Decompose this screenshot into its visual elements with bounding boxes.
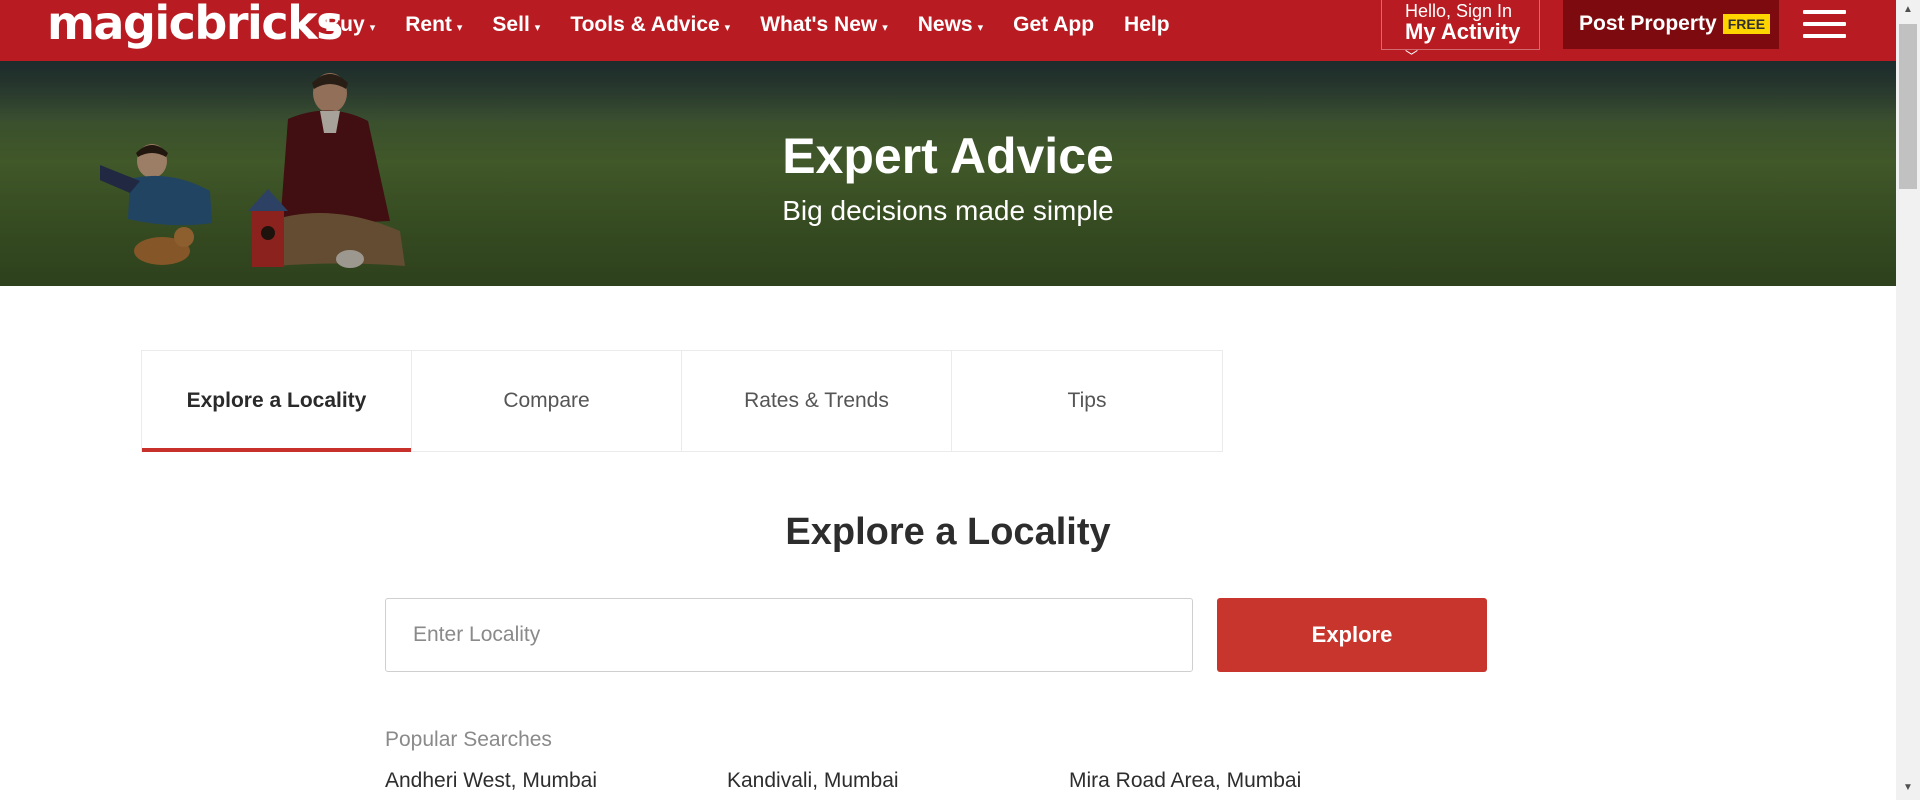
tab-explore-locality[interactable]: Explore a Locality: [142, 351, 412, 452]
popular-search-link[interactable]: Mira Road Area, Mumbai: [1069, 769, 1411, 793]
hamburger-line: [1803, 10, 1846, 14]
nav-item-label: What's New: [760, 13, 878, 36]
nav-item-label: Get App: [1013, 13, 1095, 36]
post-property-label: Post Property: [1579, 11, 1717, 35]
main-nav: Buy ▾ Rent ▾ Sell ▾ Tools & Advice ▾ What's …: [325, 0, 1200, 50]
expert-advice-banner: Expert Advice Big decisions made simple: [0, 61, 1896, 286]
popular-search-link[interactable]: Andheri West, Mumbai: [385, 769, 727, 793]
nav-item-news[interactable]: News ▾: [918, 13, 983, 37]
magicbricks-logo[interactable]: magicbricks: [47, 0, 344, 50]
caret-down-icon: ▾: [882, 21, 888, 34]
caret-down-icon: ▾: [369, 21, 376, 34]
nav-item-sell[interactable]: Sell ▾: [492, 13, 540, 37]
nav-item-label: Help: [1124, 13, 1170, 36]
hamburger-line: [1803, 22, 1846, 26]
scrollbar-thumb[interactable]: [1899, 24, 1917, 189]
section-title: Explore a Locality: [785, 511, 1111, 553]
nav-item-get-app[interactable]: Get App: [1013, 13, 1094, 37]
signin-activity-button[interactable]: Hello, Sign In My Activity ﹀: [1381, 0, 1540, 63]
nav-item-label: Tools & Advice: [570, 13, 720, 36]
free-badge: FREE: [1722, 13, 1771, 34]
banner-title: Expert Advice: [782, 128, 1114, 184]
page-scrollbar[interactable]: ▲ ▼: [1896, 0, 1920, 800]
signin-greeting: Hello, Sign In: [1405, 1, 1513, 21]
nav-item-label: Buy: [325, 13, 365, 36]
nav-item-help[interactable]: Help: [1124, 13, 1170, 37]
popular-search-link[interactable]: Kandivali, Mumbai: [727, 769, 1069, 793]
advice-tabs: Explore a Locality Compare Rates & Trend…: [141, 350, 1223, 452]
hamburger-line: [1803, 34, 1846, 38]
post-property-button[interactable]: Post Property FREE: [1563, 0, 1779, 49]
tab-compare[interactable]: Compare: [412, 351, 682, 451]
nav-item-label: Sell: [492, 13, 530, 36]
caret-down-icon: ▾: [977, 21, 984, 34]
tab-rates-trends[interactable]: Rates & Trends: [682, 351, 952, 451]
popular-searches-label: Popular Searches: [385, 728, 552, 751]
scroll-down-icon[interactable]: ▼: [1903, 782, 1913, 793]
my-activity-text: My Activity: [1405, 19, 1521, 44]
caret-down-icon: ▾: [456, 21, 463, 34]
nav-item-rent[interactable]: Rent ▾: [405, 13, 462, 37]
nav-item-label: Rent: [405, 13, 452, 36]
top-header: magicbricks Buy ▾ Rent ▾ Sell ▾ Tools & Adv…: [0, 0, 1896, 63]
hamburger-menu-icon[interactable]: [1803, 10, 1846, 38]
nav-item-buy[interactable]: Buy ▾: [325, 13, 375, 37]
explore-button[interactable]: Explore: [1217, 598, 1487, 672]
nav-item-whats-new[interactable]: What's New ▾: [760, 13, 888, 37]
scroll-up-icon[interactable]: ▲: [1903, 4, 1913, 15]
banner-subtitle: Big decisions made simple: [782, 195, 1114, 226]
caret-down-icon: ▾: [724, 21, 731, 34]
my-activity-label: My Activity ﹀: [1405, 21, 1539, 65]
nav-item-label: News: [917, 13, 973, 36]
tab-tips[interactable]: Tips: [952, 351, 1222, 451]
popular-searches-list: Andheri West, Mumbai Kandivali, Mumbai M…: [385, 769, 1411, 793]
nav-item-tools-advice[interactable]: Tools & Advice ▾: [570, 13, 730, 37]
locality-search-input[interactable]: [385, 598, 1193, 672]
caret-down-icon: ▾: [534, 21, 541, 34]
